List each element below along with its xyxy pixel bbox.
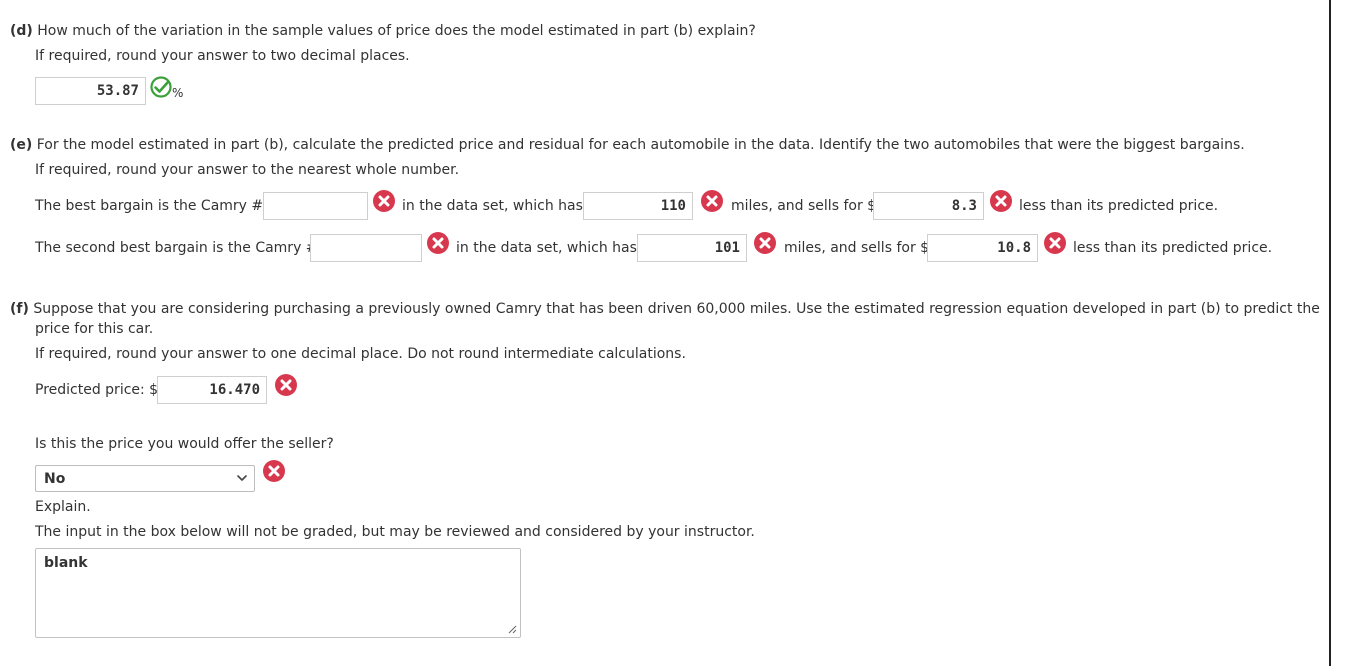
- part-d-question-text: How much of the variation in the sample …: [37, 23, 756, 39]
- part-d-question: (d) How much of the variation in the sam…: [10, 23, 756, 39]
- row2-text-after-camry: in the data set, which has: [456, 240, 637, 256]
- explain-textarea-content: blank: [44, 555, 88, 571]
- row1-price-input[interactable]: 8.3: [873, 192, 984, 220]
- part-d-label: (d): [10, 23, 33, 39]
- percent-unit: %: [172, 86, 184, 100]
- chevron-down-icon: [237, 475, 247, 481]
- offer-select[interactable]: No: [35, 465, 255, 492]
- x-circle-icon: [1044, 232, 1066, 254]
- row1-prefix: The best bargain is the Camry #: [35, 198, 264, 214]
- x-circle-icon: [701, 190, 723, 212]
- offer-question: Is this the price you would offer the se…: [35, 436, 334, 452]
- x-circle-icon: [275, 374, 297, 396]
- part-e-label: (e): [10, 137, 33, 153]
- checkmark-icon: [150, 76, 172, 98]
- row2-miles-input[interactable]: 101: [637, 234, 747, 262]
- offer-select-value: No: [44, 471, 66, 487]
- part-f-question: (f) Suppose that you are considering pur…: [10, 301, 1320, 317]
- part-d-answer-input[interactable]: 53.87: [35, 77, 146, 105]
- part-e-question: (e) For the model estimated in part (b),…: [10, 137, 1245, 153]
- part-f-question-text: Suppose that you are considering purchas…: [33, 301, 1320, 317]
- row1-text-after-camry: in the data set, which has: [402, 198, 583, 214]
- part-f-label: (f): [10, 301, 29, 317]
- row1-text-after-miles: miles, and sells for $: [731, 198, 877, 214]
- x-circle-icon: [990, 190, 1012, 212]
- x-circle-icon: [373, 190, 395, 212]
- part-e-question-text: For the model estimated in part (b), cal…: [36, 137, 1245, 153]
- part-d-instruction: If required, round your answer to two de…: [35, 48, 410, 64]
- row1-camry-input[interactable]: [263, 192, 368, 220]
- row2-camry-input[interactable]: [310, 234, 422, 262]
- x-circle-icon: [754, 232, 776, 254]
- row2-text-after-price: less than its predicted price.: [1073, 240, 1273, 256]
- page-right-border: [1329, 0, 1331, 666]
- part-e-instruction: If required, round your answer to the ne…: [35, 162, 460, 178]
- row2-price-input[interactable]: 10.8: [927, 234, 1038, 262]
- x-circle-icon: [427, 232, 449, 254]
- explain-note: The input in the box below will not be g…: [35, 524, 755, 540]
- explain-label: Explain.: [35, 499, 91, 515]
- row2-prefix: The second best bargain is the Camry #: [35, 240, 318, 256]
- row1-miles-input[interactable]: 110: [583, 192, 693, 220]
- row2-text-after-miles: miles, and sells for $: [784, 240, 930, 256]
- part-f-instruction: If required, round your answer to one de…: [35, 346, 686, 362]
- x-circle-icon: [263, 460, 285, 482]
- predicted-price-label: Predicted price: $: [35, 382, 159, 398]
- row1-text-after-price: less than its predicted price.: [1019, 198, 1219, 214]
- explain-textarea[interactable]: blank: [35, 548, 521, 638]
- part-f-question-line2: price for this car.: [35, 321, 154, 337]
- resize-handle-icon[interactable]: [507, 624, 517, 634]
- predicted-price-input[interactable]: 16.470: [157, 376, 267, 404]
